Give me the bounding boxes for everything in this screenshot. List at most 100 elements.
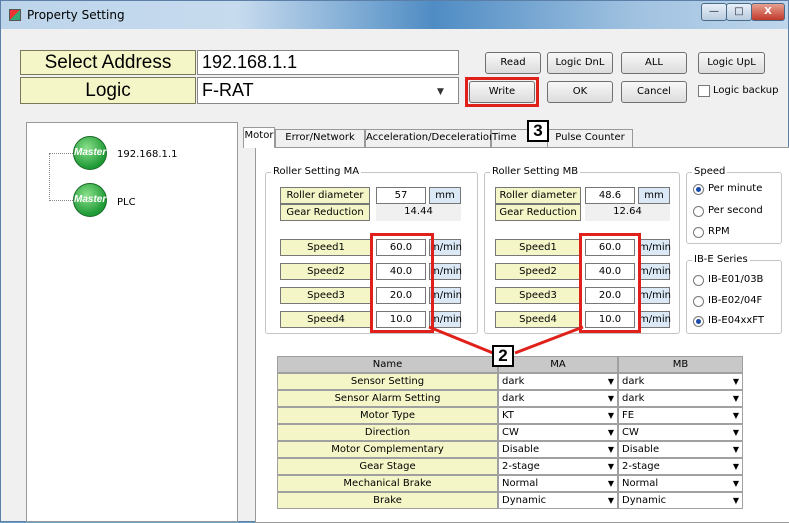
ma-value-select[interactable]: CW ▼	[498, 424, 618, 441]
table-row: Direction CW ▼ CW ▼	[277, 424, 743, 441]
tab-error-network[interactable]: Error/Network	[275, 129, 365, 147]
speed-label: Speed1	[280, 239, 372, 256]
ibe02-radio[interactable]	[693, 296, 704, 307]
group-title: IB-E Series	[692, 254, 750, 265]
mb-value-select[interactable]: Normal ▼	[618, 475, 743, 492]
speed-unit-group: Speed Per minute Per second RPM	[686, 166, 782, 244]
logic-upload-button[interactable]: Logic UpL	[698, 52, 765, 74]
row-name: Sensor Alarm Setting	[277, 390, 498, 407]
window-title: Property Setting	[27, 8, 125, 22]
select-value: CW	[622, 427, 639, 438]
mb-roller-diameter-input[interactable]: 48.6	[585, 187, 635, 204]
close-button[interactable]: X	[751, 3, 785, 21]
radio-label: Per second	[708, 205, 763, 216]
chevron-down-icon[interactable]: ▼	[733, 391, 739, 406]
chevron-down-icon[interactable]: ▼	[608, 442, 614, 457]
tree-item-plc[interactable]: PLC	[117, 197, 136, 208]
group-title: Roller Setting MA	[271, 166, 362, 177]
select-value: Disable	[502, 444, 540, 455]
app-icon	[9, 9, 21, 21]
chevron-down-icon[interactable]: ▼	[608, 476, 614, 491]
chevron-down-icon[interactable]: ▼	[733, 408, 739, 423]
tab-motor[interactable]: Motor	[243, 127, 275, 148]
row-name: Brake	[277, 492, 498, 509]
ma-value-select[interactable]: Dynamic ▼	[498, 492, 618, 509]
logic-select[interactable]: F-RAT	[197, 77, 459, 104]
chevron-down-icon[interactable]: ▼	[733, 374, 739, 389]
roller-diameter-label: Roller diameter	[495, 187, 581, 204]
ma-gear-reduction-value: 14.44	[376, 204, 461, 221]
chevron-down-icon[interactable]: ▼	[733, 476, 739, 491]
mb-value-select[interactable]: 2-stage ▼	[618, 458, 743, 475]
chevron-down-icon[interactable]: ▼	[608, 493, 614, 508]
read-button[interactable]: Read	[485, 52, 541, 74]
ma-value-select[interactable]: Normal ▼	[498, 475, 618, 492]
chevron-down-icon[interactable]: ▼	[437, 87, 444, 97]
rpm-radio[interactable]	[693, 227, 704, 238]
logic-backup-label: Logic backup	[713, 85, 779, 96]
speed-highlight-box	[579, 233, 641, 333]
address-field[interactable]: 192.168.1.1	[197, 50, 459, 75]
row-name: Direction	[277, 424, 498, 441]
tab-acceleration-deceleration[interactable]: Acceleration/Deceleration	[365, 129, 495, 147]
tab-pulse-counter[interactable]: Pulse Counter	[547, 129, 633, 147]
tree-item-address[interactable]: 192.168.1.1	[117, 149, 177, 160]
chevron-down-icon[interactable]: ▼	[733, 425, 739, 440]
cancel-button[interactable]: Cancel	[621, 81, 687, 103]
mb-value-select[interactable]: CW ▼	[618, 424, 743, 441]
ma-value-select[interactable]: dark ▼	[498, 373, 618, 390]
ibe01-radio[interactable]	[693, 275, 704, 286]
column-header-name: Name	[277, 356, 498, 373]
maximize-button[interactable]: □	[726, 3, 752, 21]
select-value: FE	[622, 410, 635, 421]
ib-e-series-group: IB-E Series IB-E01/03B IB-E02/04F IB-E04…	[686, 254, 782, 334]
ma-value-select[interactable]: Disable ▼	[498, 441, 618, 458]
device-tree[interactable]: Master 192.168.1.1 Master PLC	[26, 122, 238, 522]
write-highlight-box	[465, 77, 539, 107]
ma-value-select[interactable]: dark ▼	[498, 390, 618, 407]
table-row: Sensor Setting dark ▼ dark ▼	[277, 373, 743, 390]
speed-label: Speed3	[280, 287, 372, 304]
chevron-down-icon[interactable]: ▼	[608, 459, 614, 474]
roller-diameter-label: Roller diameter	[280, 187, 370, 204]
title-bar[interactable]: Property Setting — □ X	[1, 1, 788, 29]
tree-connector	[49, 200, 73, 201]
speed-label: Speed2	[495, 263, 581, 280]
chevron-down-icon[interactable]: ▼	[733, 442, 739, 457]
mb-value-select[interactable]: dark ▼	[618, 373, 743, 390]
speed-label: Speed2	[280, 263, 372, 280]
chevron-down-icon[interactable]: ▼	[608, 391, 614, 406]
logic-backup-checkbox[interactable]	[698, 85, 710, 97]
ibe04-radio[interactable]	[693, 316, 704, 327]
table-row: Motor Type KT ▼ FE ▼	[277, 407, 743, 424]
chevron-down-icon[interactable]: ▼	[608, 425, 614, 440]
ma-value-select[interactable]: KT ▼	[498, 407, 618, 424]
ma-value-select[interactable]: 2-stage ▼	[498, 458, 618, 475]
group-title: Speed	[692, 166, 728, 177]
select-value: Normal	[622, 478, 659, 489]
mb-value-select[interactable]: FE ▼	[618, 407, 743, 424]
master-node-icon[interactable]: Master	[73, 183, 107, 217]
mb-value-select[interactable]: Dynamic ▼	[618, 492, 743, 509]
logic-select-value: F-RAT	[202, 80, 254, 100]
chevron-down-icon[interactable]: ▼	[608, 408, 614, 423]
chevron-down-icon[interactable]: ▼	[733, 459, 739, 474]
mb-value-select[interactable]: Disable ▼	[618, 441, 743, 458]
select-value: Dynamic	[502, 495, 547, 506]
select-value: dark	[622, 376, 645, 387]
per-second-radio[interactable]	[693, 206, 704, 217]
minimize-button[interactable]: —	[701, 3, 727, 21]
row-name: Motor Type	[277, 407, 498, 424]
per-minute-radio[interactable]	[693, 184, 704, 195]
logic-download-button[interactable]: Logic DnL	[547, 52, 613, 74]
speed-label: Speed4	[495, 311, 581, 328]
all-button[interactable]: ALL	[621, 52, 687, 74]
roller-setting-mb-group: Roller Setting MB Roller diameter 48.6 m…	[484, 166, 680, 334]
chevron-down-icon[interactable]: ▼	[608, 374, 614, 389]
master-node-icon[interactable]: Master	[73, 136, 107, 170]
select-value: 2-stage	[622, 461, 660, 472]
ma-roller-diameter-input[interactable]: 57	[376, 187, 426, 204]
ok-button[interactable]: OK	[547, 81, 613, 103]
mb-value-select[interactable]: dark ▼	[618, 390, 743, 407]
chevron-down-icon[interactable]: ▼	[733, 493, 739, 508]
